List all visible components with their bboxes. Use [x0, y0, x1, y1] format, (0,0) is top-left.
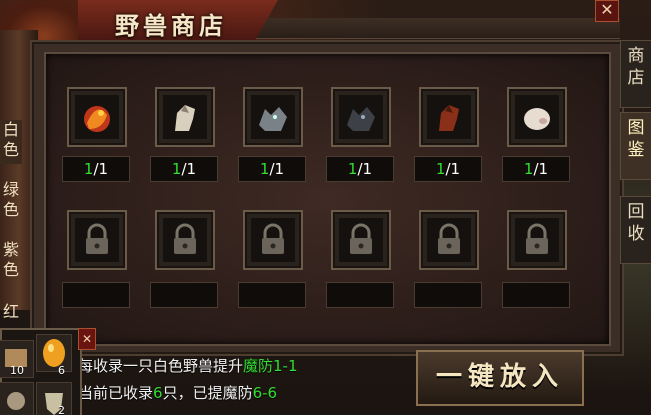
window-title: 野兽商店 [115, 11, 227, 40]
locked-count-1 [62, 282, 130, 308]
beast-count-3: 1/1 [238, 156, 306, 182]
locked-slot-5 [419, 210, 479, 270]
locked-slot-2 [155, 210, 215, 270]
beast-slot-3[interactable] [243, 87, 303, 147]
locked-count-6 [502, 282, 570, 308]
locked-slot-3 [243, 210, 303, 270]
orb-icon [7, 392, 25, 410]
bag-count-2: 6 [58, 364, 65, 377]
left-tab-green[interactable]: 绿色 [0, 180, 22, 224]
beast-count-4: 1/1 [326, 156, 394, 182]
bag-slot-2[interactable] [36, 334, 72, 372]
lock-icon [427, 218, 471, 262]
beast-shop-window: 野兽商店 ✕ 1/1 1/1 1/1 1/1 1/1 1/1 商店 图鉴 回收 … [0, 0, 651, 415]
beast-slot-6[interactable] [507, 87, 567, 147]
bonus-info-line: 每收录一只白色野兽提升魔防1-1 [78, 357, 298, 375]
lock-icon [339, 218, 383, 262]
locked-slot-4 [331, 210, 391, 270]
lock-icon [251, 218, 295, 262]
tab-recycle[interactable]: 回收 [620, 196, 651, 264]
red-horse-icon [427, 95, 471, 139]
shield-item-icon [45, 393, 63, 415]
bag-close-button[interactable]: ✕ [78, 328, 96, 350]
close-button[interactable]: ✕ [595, 0, 619, 22]
lock-icon [515, 218, 559, 262]
gold-egg-icon [43, 339, 65, 367]
locked-slot-1 [67, 210, 127, 270]
bag-slot-3[interactable] [0, 382, 34, 415]
beast-slot-1[interactable] [67, 87, 127, 147]
progress-info-line: 当前已收录6只，已提魔防6-6 [78, 384, 278, 402]
beast-slot-5[interactable] [419, 87, 479, 147]
lock-icon [75, 218, 119, 262]
white-horse-icon [163, 95, 207, 139]
white-pig-icon [515, 95, 559, 139]
tab-collection[interactable]: 图鉴 [620, 112, 651, 180]
beast-count-5: 1/1 [414, 156, 482, 182]
inventory-bag: 10 6 2 [0, 328, 82, 415]
tab-shop[interactable]: 商店 [620, 40, 651, 108]
bag-count-1: 10 [10, 364, 24, 377]
locked-count-2 [150, 282, 218, 308]
beast-slot-2[interactable] [155, 87, 215, 147]
left-tab-purple[interactable]: 紫色 [0, 240, 22, 284]
left-tab-white[interactable]: 白色 [0, 120, 22, 164]
bag-count-4: 2 [58, 404, 65, 415]
left-tab-red[interactable]: 红 [0, 302, 22, 324]
fire-beast-icon [75, 95, 119, 139]
bag-slot-4[interactable] [36, 382, 72, 415]
beast-slot-4[interactable] [331, 87, 391, 147]
locked-count-4 [326, 282, 394, 308]
lock-icon [163, 218, 207, 262]
dark-wolf-icon [339, 95, 383, 139]
window-top-bar [240, 18, 620, 39]
locked-count-5 [414, 282, 482, 308]
grey-wolf-icon [251, 95, 295, 139]
beast-count-2: 1/1 [150, 156, 218, 182]
beast-count-1: 1/1 [62, 156, 130, 182]
put-all-button[interactable]: 一键放入 [416, 350, 584, 406]
locked-slot-6 [507, 210, 567, 270]
locked-count-3 [238, 282, 306, 308]
beast-count-6: 1/1 [502, 156, 570, 182]
